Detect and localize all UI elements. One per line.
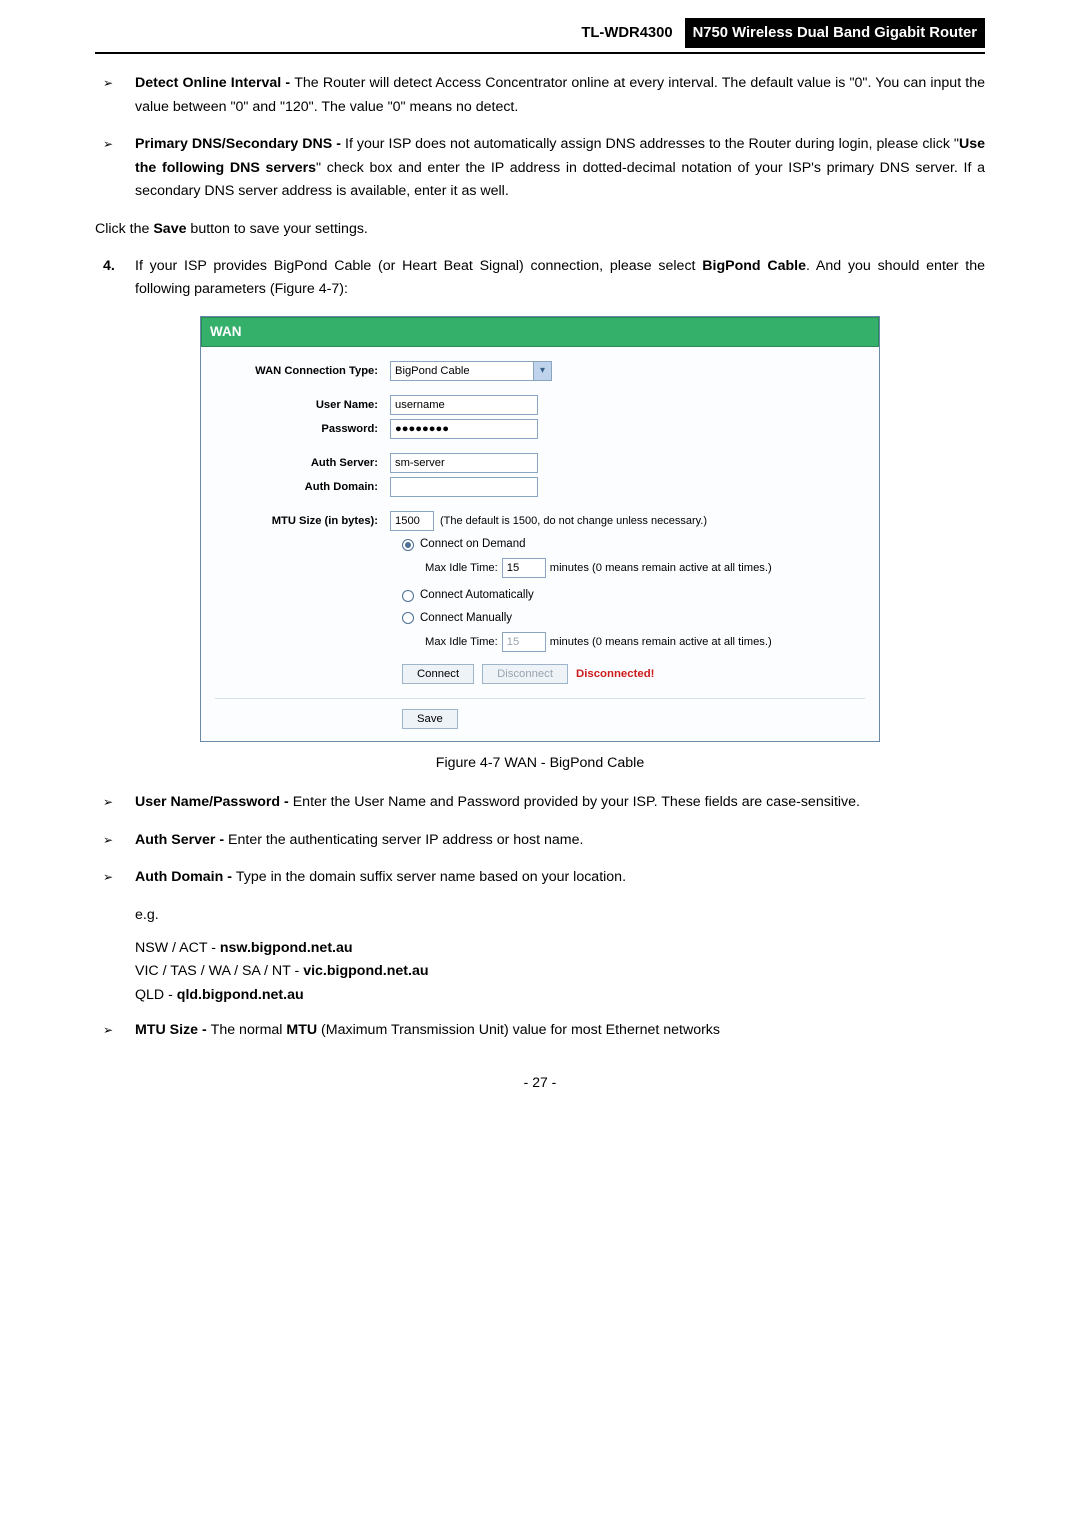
wan-panel: WAN WAN Connection Type: BigPond Cable ▾… bbox=[200, 316, 880, 742]
header-model: TL-WDR4300 bbox=[581, 21, 678, 45]
domain-line-2: VIC / TAS / WA / SA / NT - vic.bigpond.n… bbox=[135, 960, 985, 983]
idle-label: Max Idle Time: bbox=[425, 559, 498, 577]
inline-bold: MTU bbox=[286, 1022, 317, 1038]
wan-title: WAN bbox=[201, 317, 879, 347]
radio-connect-on-demand[interactable] bbox=[402, 539, 414, 551]
idle-label: Max Idle Time: bbox=[425, 633, 498, 651]
radio-label: Connect on Demand bbox=[420, 535, 525, 554]
bullet-icon: ➢ bbox=[103, 793, 113, 813]
mtu-hint-text: (The default is 1500, do not change unle… bbox=[440, 512, 707, 530]
bullet-dns: ➢ Primary DNS/Secondary DNS - If your IS… bbox=[95, 133, 985, 203]
bullet-icon: ➢ bbox=[103, 868, 113, 888]
auth-server-input[interactable] bbox=[390, 453, 538, 473]
bullet-term: Detect Online Interval - bbox=[135, 75, 294, 91]
label-auth-domain: Auth Domain: bbox=[215, 478, 390, 496]
disconnect-button: Disconnect bbox=[482, 664, 568, 684]
bullet-term: Auth Domain - bbox=[135, 869, 236, 885]
radio-connect-automatically[interactable] bbox=[402, 590, 414, 602]
bullet-seg: (Maximum Transmission Unit) value for mo… bbox=[317, 1022, 720, 1038]
bullet-text: Type in the domain suffix server name ba… bbox=[236, 869, 626, 885]
bullet-term: Primary DNS/Secondary DNS - bbox=[135, 136, 345, 152]
chevron-down-icon: ▾ bbox=[533, 362, 551, 380]
label-password: Password: bbox=[215, 420, 390, 438]
select-value: BigPond Cable bbox=[395, 362, 470, 380]
label-wan-connection-type: WAN Connection Type: bbox=[215, 362, 390, 380]
domain-line-1: NSW / ACT - nsw.bigpond.net.au bbox=[135, 937, 985, 960]
auth-domain-input[interactable] bbox=[390, 477, 538, 497]
wan-connection-type-select[interactable]: BigPond Cable ▾ bbox=[390, 361, 552, 381]
step-number: 4. bbox=[103, 255, 115, 278]
user-name-input[interactable] bbox=[390, 395, 538, 415]
label-mtu: MTU Size (in bytes): bbox=[215, 512, 390, 530]
bullet-detect-interval: ➢ Detect Online Interval - The Router wi… bbox=[95, 72, 985, 119]
text: VIC / TAS / WA / SA / NT - bbox=[135, 963, 303, 979]
idle-hint: minutes (0 means remain active at all ti… bbox=[550, 559, 772, 577]
bullet-seg: If your ISP does not automatically assig… bbox=[345, 136, 959, 152]
label-user-name: User Name: bbox=[215, 396, 390, 414]
bullet-icon: ➢ bbox=[103, 1021, 113, 1041]
domain-line-3: QLD - qld.bigpond.net.au bbox=[135, 984, 985, 1007]
inline-bold: BigPond Cable bbox=[702, 258, 806, 274]
domain-bold: nsw.bigpond.net.au bbox=[220, 940, 353, 956]
step-text: If your ISP provides BigPond Cable (or H… bbox=[135, 258, 702, 274]
bullet-text: Enter the User Name and Password provide… bbox=[293, 794, 860, 810]
bullet-term: User Name/Password - bbox=[135, 794, 293, 810]
bullet-seg: The normal bbox=[211, 1022, 287, 1038]
eg-text: e.g. bbox=[135, 904, 985, 927]
page-header: TL-WDR4300 N750 Wireless Dual Band Gigab… bbox=[95, 18, 985, 54]
bullet-user-password: ➢ User Name/Password - Enter the User Na… bbox=[95, 791, 985, 814]
radio-connect-manually[interactable] bbox=[402, 612, 414, 624]
bullet-term: Auth Server - bbox=[135, 832, 228, 848]
save-instruction: Click the Save button to save your setti… bbox=[95, 218, 985, 241]
bullet-icon: ➢ bbox=[103, 74, 113, 94]
text: button to save your settings. bbox=[186, 221, 367, 237]
text: Click the bbox=[95, 221, 153, 237]
step-4: 4. If your ISP provides BigPond Cable (o… bbox=[95, 255, 985, 302]
radio-label: Connect Automatically bbox=[420, 586, 534, 605]
bullet-term: MTU Size - bbox=[135, 1022, 211, 1038]
bullet-text: Enter the authenticating server IP addre… bbox=[228, 832, 583, 848]
label-auth-server: Auth Server: bbox=[215, 454, 390, 472]
bullet-auth-server: ➢ Auth Server - Enter the authenticating… bbox=[95, 829, 985, 852]
bullet-icon: ➢ bbox=[103, 831, 113, 851]
domain-bold: qld.bigpond.net.au bbox=[177, 987, 304, 1003]
text: QLD - bbox=[135, 987, 177, 1003]
idle-time-input-1[interactable] bbox=[502, 558, 546, 578]
domain-bold: vic.bigpond.net.au bbox=[303, 963, 428, 979]
mtu-input[interactable] bbox=[390, 511, 434, 531]
connection-status: Disconnected! bbox=[576, 665, 654, 684]
bullet-icon: ➢ bbox=[103, 135, 113, 155]
bullet-mtu-size: ➢ MTU Size - The normal MTU (Maximum Tra… bbox=[95, 1019, 985, 1042]
inline-bold: Save bbox=[153, 221, 186, 237]
page-number: - 27 - bbox=[95, 1071, 985, 1094]
figure-caption: Figure 4-7 WAN - BigPond Cable bbox=[95, 752, 985, 775]
password-input[interactable] bbox=[390, 419, 538, 439]
eg-block: e.g. NSW / ACT - nsw.bigpond.net.au VIC … bbox=[95, 904, 985, 1008]
idle-time-input-2[interactable] bbox=[502, 632, 546, 652]
text: NSW / ACT - bbox=[135, 940, 220, 956]
radio-label: Connect Manually bbox=[420, 609, 512, 628]
connect-button[interactable]: Connect bbox=[402, 664, 474, 684]
bullet-auth-domain: ➢ Auth Domain - Type in the domain suffi… bbox=[95, 866, 985, 889]
idle-hint: minutes (0 means remain active at all ti… bbox=[550, 633, 772, 651]
save-button[interactable]: Save bbox=[402, 709, 458, 729]
header-title: N750 Wireless Dual Band Gigabit Router bbox=[685, 18, 985, 48]
